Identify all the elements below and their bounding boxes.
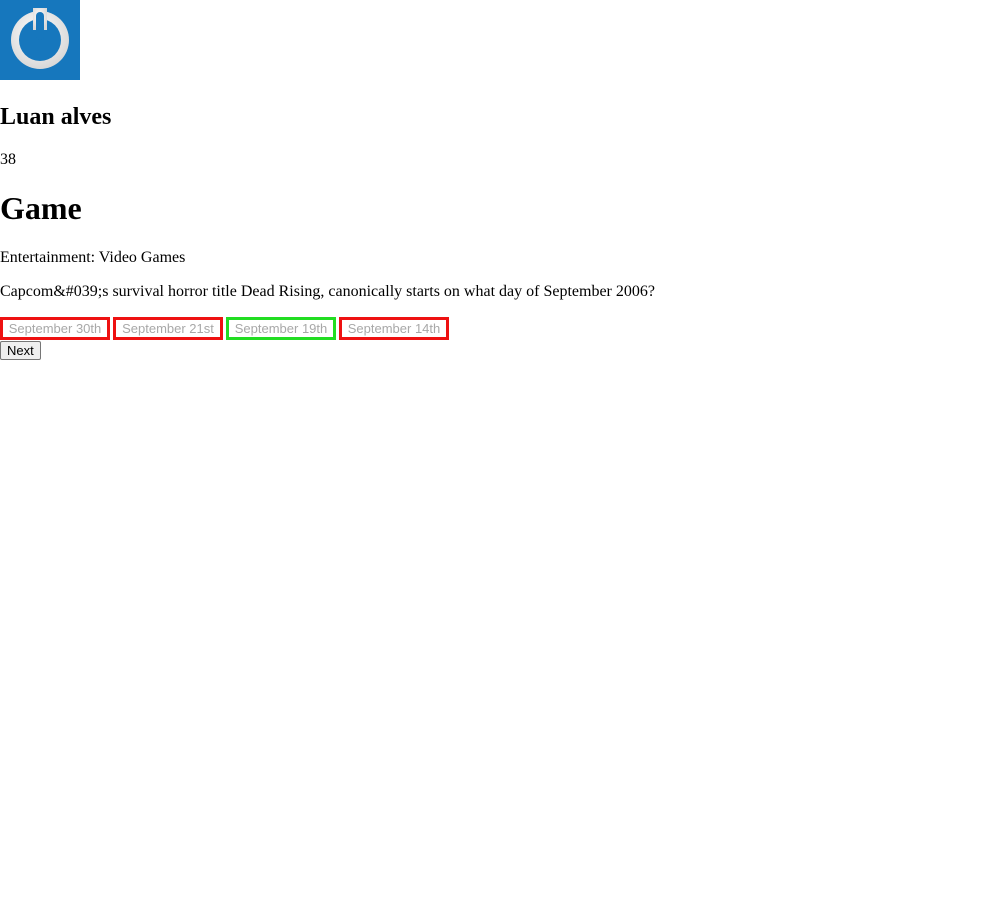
next-button[interactable]: Next <box>0 341 41 360</box>
power-icon <box>11 8 69 69</box>
question-category: Entertainment: Video Games <box>0 249 186 266</box>
answer-button[interactable]: September 30th <box>0 317 110 340</box>
answer-button[interactable]: September 14th <box>339 317 449 340</box>
player-name: Luan alves <box>0 104 112 130</box>
answer-button[interactable]: September 21st <box>113 317 223 340</box>
answer-list: September 30th September 21st September … <box>0 317 449 340</box>
player-score: 38 <box>0 151 16 168</box>
avatar <box>0 0 80 80</box>
question-text: Capcom&#039;s survival horror title Dead… <box>0 283 655 300</box>
answer-button-correct[interactable]: September 19th <box>226 317 336 340</box>
page-title: Game <box>0 190 82 226</box>
